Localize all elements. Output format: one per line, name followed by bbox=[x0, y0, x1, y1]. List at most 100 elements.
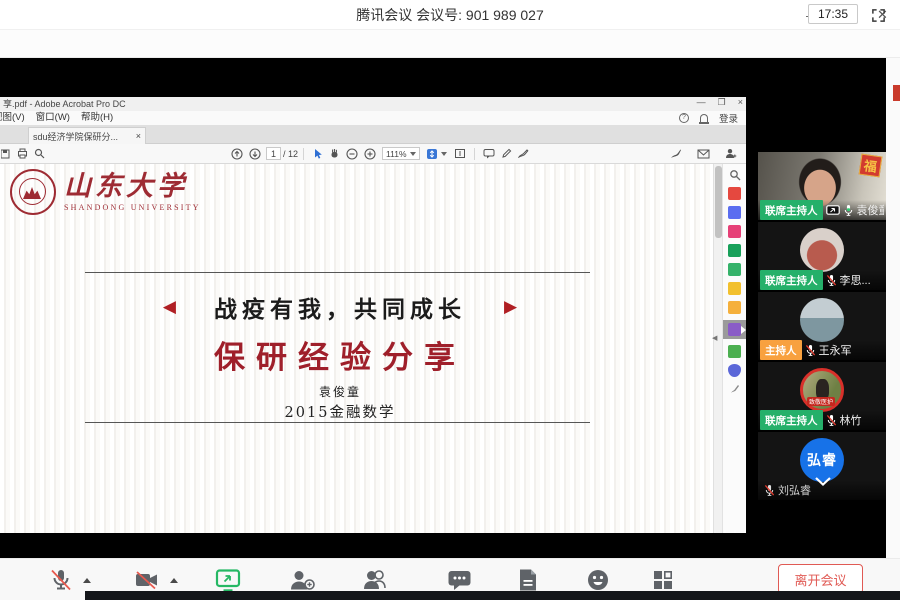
acrobat-window: 享.pdf - Adobe Acrobat Pro DC — ❐ × 视图(V)… bbox=[0, 97, 746, 533]
fill-sign-tool-selected[interactable] bbox=[723, 320, 747, 339]
chat-button[interactable] bbox=[446, 567, 473, 593]
fullscreen-icon bbox=[871, 8, 886, 23]
fill-sign-icon[interactable] bbox=[518, 148, 529, 159]
page-total-label: / 12 bbox=[283, 149, 298, 159]
pdf-page: 山东大学 SHANDONG UNIVERSITY ◀ 战疫有我，共同成长 ▶ 保… bbox=[0, 164, 713, 533]
collapse-list-chevron-icon[interactable] bbox=[814, 476, 832, 487]
participants-button[interactable] bbox=[361, 567, 391, 593]
layout-button[interactable] bbox=[650, 567, 676, 593]
meeting-statusbar bbox=[0, 30, 900, 58]
comment-tool-icon[interactable] bbox=[728, 301, 741, 314]
compress-pdf-tool-icon[interactable] bbox=[728, 282, 741, 295]
comment-icon[interactable] bbox=[483, 148, 495, 159]
participant-avatar bbox=[800, 228, 844, 272]
university-logo: 山东大学 SHANDONG UNIVERSITY bbox=[10, 169, 201, 215]
combine-files-tool-icon[interactable] bbox=[728, 244, 741, 257]
save-icon[interactable] bbox=[1, 149, 11, 159]
hand-tool-icon[interactable] bbox=[329, 148, 340, 159]
next-page-icon[interactable] bbox=[249, 148, 261, 160]
scrollbar-thumb[interactable] bbox=[715, 166, 722, 238]
divider-top bbox=[85, 272, 590, 273]
participant-name: 袁俊童 bbox=[857, 202, 885, 218]
docs-button[interactable] bbox=[516, 567, 540, 593]
slide-tagline-row: ◀ 战疫有我，共同成长 ▶ bbox=[0, 290, 680, 324]
emoji-icon bbox=[585, 567, 611, 593]
sign-in-link[interactable]: 登录 bbox=[719, 111, 738, 125]
university-name-cn: 山东大学 bbox=[64, 173, 201, 200]
tab-close-icon[interactable]: × bbox=[136, 131, 141, 141]
cohost-badge: 联席主持人 bbox=[760, 200, 823, 220]
vertical-scrollbar[interactable] bbox=[713, 164, 722, 533]
protect-tool-icon[interactable] bbox=[728, 364, 741, 377]
create-pdf-tool-icon[interactable] bbox=[728, 225, 741, 238]
zoom-out-icon[interactable] bbox=[346, 148, 358, 160]
previous-page-icon[interactable] bbox=[231, 148, 243, 160]
organize-pages-tool-icon[interactable] bbox=[728, 263, 741, 276]
leave-meeting-button[interactable]: 离开会议 bbox=[778, 564, 863, 594]
zoom-level-value: 111% bbox=[386, 148, 406, 160]
participant-tile[interactable]: 主持人 王永军 bbox=[758, 292, 886, 360]
share-person-icon[interactable] bbox=[725, 148, 737, 159]
menu-window[interactable]: 窗口(W) bbox=[36, 111, 70, 125]
acrobat-title: 享.pdf - Adobe Acrobat Pro DC bbox=[3, 99, 126, 109]
hidden-taskbar-edge[interactable] bbox=[85, 591, 900, 600]
signature-pen-icon[interactable] bbox=[670, 148, 682, 159]
send-for-signature-tool-icon[interactable] bbox=[728, 345, 741, 358]
acrobat-minimize-button[interactable]: — bbox=[697, 97, 706, 111]
camera-options-caret[interactable] bbox=[170, 578, 178, 583]
participant-avatar: 致敬医护 bbox=[800, 368, 844, 412]
acrobat-window-controls: — ❐ × bbox=[697, 97, 743, 111]
chat-icon bbox=[446, 567, 473, 593]
reactions-button[interactable] bbox=[585, 567, 611, 593]
mic-options-caret[interactable] bbox=[83, 578, 91, 583]
participant-tile[interactable]: 联席主持人 李思... bbox=[758, 222, 886, 290]
fit-width-icon[interactable] bbox=[454, 148, 466, 159]
print-icon[interactable] bbox=[17, 148, 28, 159]
mic-muted-icon bbox=[48, 567, 74, 593]
document-tab-label: sdu经济学院保研分... bbox=[33, 130, 132, 143]
search-tool-icon[interactable] bbox=[729, 169, 741, 181]
select-tool-icon[interactable] bbox=[312, 148, 323, 160]
menu-help[interactable]: 帮助(H) bbox=[81, 111, 113, 125]
participant-tile-video[interactable]: 福 联席主持人 袁俊童 bbox=[758, 152, 886, 220]
page-display-icon[interactable] bbox=[426, 148, 438, 160]
menu-view[interactable]: 视图(V) bbox=[0, 111, 25, 125]
edit-pdf-tool-icon[interactable] bbox=[728, 206, 741, 219]
zoom-in-icon[interactable] bbox=[364, 148, 376, 160]
slide-title: 保研经验分享 bbox=[0, 332, 680, 377]
camera-off-icon bbox=[133, 567, 161, 593]
certificates-tool-icon[interactable] bbox=[729, 383, 741, 395]
export-pdf-tool-icon[interactable] bbox=[728, 187, 741, 200]
acrobat-menubar-right: ? 登录 bbox=[679, 111, 738, 125]
panel-collapse-icon[interactable]: ◀ bbox=[712, 334, 717, 342]
invite-button[interactable] bbox=[288, 567, 316, 593]
mic-control[interactable] bbox=[48, 567, 91, 593]
camera-control[interactable] bbox=[133, 567, 178, 593]
host-badge: 主持人 bbox=[760, 340, 802, 360]
find-icon[interactable] bbox=[34, 148, 45, 159]
page-number-input[interactable]: 1 bbox=[266, 147, 281, 160]
acrobat-restore-button[interactable]: ❐ bbox=[718, 97, 726, 111]
send-email-icon[interactable] bbox=[697, 149, 710, 159]
university-seal-icon bbox=[10, 169, 56, 215]
cohost-badge: 联席主持人 bbox=[760, 410, 823, 430]
participant-tile[interactable]: 弘睿 刘弘睿 bbox=[758, 432, 886, 500]
participant-tile[interactable]: 致敬医护 联席主持人 林竹 bbox=[758, 362, 886, 430]
acrobat-document-area: 山东大学 SHANDONG UNIVERSITY ◀ 战疫有我，共同成长 ▶ 保… bbox=[0, 164, 746, 533]
share-screen-button[interactable] bbox=[214, 567, 242, 594]
mic-muted-icon bbox=[805, 344, 816, 357]
left-arrow-glyph: ◀ bbox=[163, 297, 176, 317]
notifications-bell-icon[interactable] bbox=[700, 114, 708, 122]
mic-muted-icon bbox=[826, 414, 837, 427]
help-icon[interactable]: ? bbox=[679, 113, 689, 123]
university-name-en: SHANDONG UNIVERSITY bbox=[64, 203, 201, 212]
cohost-badge: 联席主持人 bbox=[760, 270, 823, 290]
desktop-edge bbox=[886, 58, 900, 558]
divider-bottom bbox=[85, 422, 590, 423]
document-tab[interactable]: sdu经济学院保研分... × bbox=[28, 127, 146, 144]
fullscreen-button[interactable] bbox=[868, 5, 888, 25]
pencil-edit-icon[interactable] bbox=[501, 148, 512, 159]
slide-tagline: 战疫有我，共同成长 bbox=[214, 290, 466, 324]
acrobat-close-button[interactable]: × bbox=[738, 97, 743, 111]
zoom-level-select[interactable]: 111% bbox=[382, 147, 419, 160]
